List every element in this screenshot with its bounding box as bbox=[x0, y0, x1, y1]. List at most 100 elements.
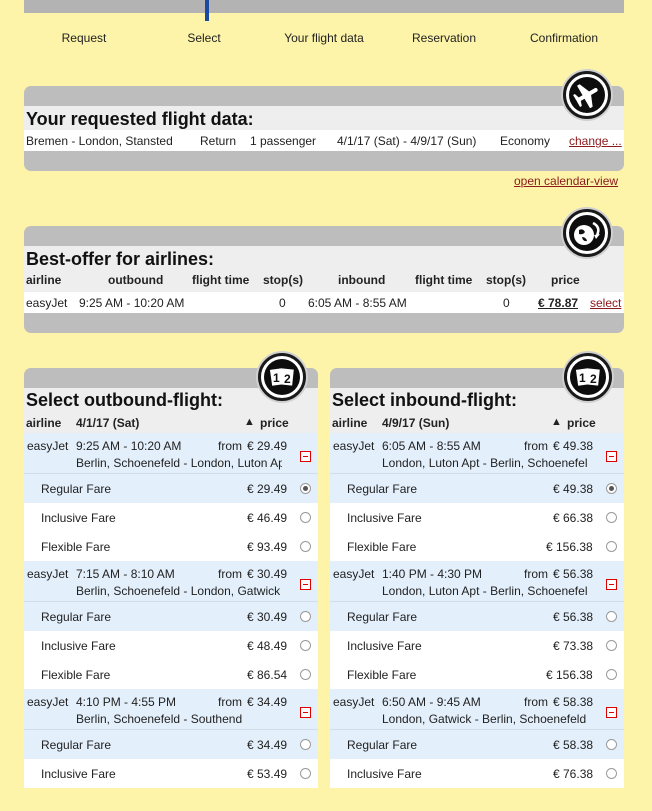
sort-ascending-icon[interactable]: ▲ bbox=[244, 416, 255, 428]
fare-radio[interactable] bbox=[300, 512, 311, 523]
fare-option[interactable]: Flexible Fare € 93.49 bbox=[24, 532, 318, 561]
flight-route: Berlin, Schoenefeld - Southend bbox=[76, 712, 243, 726]
fare-radio[interactable] bbox=[606, 541, 617, 552]
flight-times: 6:05 AM - 8:55 AM bbox=[382, 439, 481, 453]
fare-name: Inclusive Fare bbox=[347, 511, 422, 525]
fare-option[interactable]: Regular Fare € 58.38 bbox=[330, 730, 624, 759]
fare-name: Inclusive Fare bbox=[347, 767, 422, 781]
fare-option[interactable]: Flexible Fare € 156.38 bbox=[330, 660, 624, 689]
fare-radio[interactable] bbox=[606, 512, 617, 523]
inbound-flight-row[interactable]: easyJet 6:50 AM - 9:45 AM from € 58.38 L… bbox=[330, 689, 624, 730]
fare-radio[interactable] bbox=[300, 768, 311, 779]
outbound-flight-row[interactable]: easyJet 9:25 AM - 10:20 AM from € 29.49 … bbox=[24, 433, 318, 474]
step-request: Request bbox=[61, 31, 107, 45]
fare-name: Regular Fare bbox=[347, 482, 418, 496]
fare-option[interactable]: Flexible Fare € 86.54 bbox=[24, 660, 318, 689]
fare-price: € 156.38 bbox=[546, 668, 593, 682]
calendar-view-link[interactable]: open calendar-view bbox=[514, 174, 618, 188]
inbound-flight-row[interactable]: easyJet 1:40 PM - 4:30 PM from € 56.38 L… bbox=[330, 561, 624, 602]
header-stops-in: stop(s) bbox=[486, 273, 526, 287]
requested-flight-panel: Your requested flight data: Bremen - Lon… bbox=[24, 86, 624, 171]
inbound-header: airline 4/9/17 (Sun) ▲ price bbox=[330, 412, 624, 433]
collapse-icon[interactable] bbox=[300, 707, 311, 718]
collapse-icon[interactable] bbox=[300, 451, 311, 462]
fare-option[interactable]: Regular Fare € 34.49 bbox=[24, 730, 318, 759]
progress-marker bbox=[205, 0, 209, 21]
svg-text:2: 2 bbox=[284, 372, 291, 386]
fare-price: € 73.38 bbox=[553, 639, 594, 653]
fare-option[interactable]: Regular Fare € 56.38 bbox=[330, 602, 624, 631]
outbound-header-airline: airline bbox=[26, 416, 62, 430]
fare-option[interactable]: Inclusive Fare € 66.38 bbox=[330, 503, 624, 532]
fare-price: € 156.38 bbox=[546, 540, 593, 554]
outbound-flight-row[interactable]: easyJet 4:10 PM - 4:55 PM from € 34.49 B… bbox=[24, 689, 318, 730]
fare-option[interactable]: Inclusive Fare € 48.49 bbox=[24, 631, 318, 660]
header-outbound: outbound bbox=[108, 273, 164, 287]
best-offer-panel: Best-offer for airlines: airline outboun… bbox=[24, 226, 624, 333]
fare-option[interactable]: Inclusive Fare € 46.49 bbox=[24, 503, 318, 532]
collapse-icon[interactable] bbox=[606, 707, 617, 718]
step-1-2-icon: 1 2 bbox=[258, 353, 306, 401]
offer-select-link[interactable]: select bbox=[590, 296, 621, 310]
flight-airline: easyJet bbox=[27, 567, 69, 581]
flight-times: 4:10 PM - 4:55 PM bbox=[76, 695, 177, 709]
flight-route: London, Luton Apt - Berlin, Schoenefeld bbox=[382, 584, 588, 598]
change-link[interactable]: change ... bbox=[569, 134, 622, 148]
fare-radio[interactable] bbox=[300, 611, 311, 622]
fare-radio[interactable] bbox=[606, 669, 617, 680]
fare-name: Inclusive Fare bbox=[41, 767, 116, 781]
globe-arrow-icon bbox=[563, 209, 611, 257]
fare-option[interactable]: Regular Fare € 29.49 bbox=[24, 474, 318, 503]
offer-inbound-times: 6:05 AM - 8:55 AM bbox=[308, 296, 407, 310]
fare-name: Regular Fare bbox=[41, 482, 112, 496]
fare-radio[interactable] bbox=[300, 541, 311, 552]
fare-radio[interactable] bbox=[300, 640, 311, 651]
flight-times: 1:40 PM - 4:30 PM bbox=[382, 567, 483, 581]
fare-radio[interactable] bbox=[606, 739, 617, 750]
fare-radio[interactable] bbox=[606, 483, 617, 494]
sort-ascending-icon[interactable]: ▲ bbox=[551, 416, 562, 428]
fare-price: € 49.38 bbox=[553, 482, 594, 496]
flight-times: 6:50 AM - 9:45 AM bbox=[382, 695, 481, 709]
fare-option[interactable]: Regular Fare € 49.38 bbox=[330, 474, 624, 503]
outbound-header-price: price bbox=[260, 416, 289, 430]
fare-radio[interactable] bbox=[300, 739, 311, 750]
collapse-icon[interactable] bbox=[606, 451, 617, 462]
collapse-icon[interactable] bbox=[300, 579, 311, 590]
fare-option[interactable]: Inclusive Fare € 53.49 bbox=[24, 759, 318, 788]
fare-radio[interactable] bbox=[606, 640, 617, 651]
passenger-count: 1 passenger bbox=[250, 134, 317, 148]
flight-route: Berlin, Schoenefeld - London, Luton Apt bbox=[76, 456, 282, 470]
offer-stops-out: 0 bbox=[279, 296, 286, 310]
fare-radio[interactable] bbox=[300, 483, 311, 494]
collapse-icon[interactable] bbox=[606, 579, 617, 590]
flight-airline: easyJet bbox=[333, 567, 375, 581]
inbound-header-price: price bbox=[567, 416, 596, 430]
step-confirmation: Confirmation bbox=[529, 31, 599, 45]
cabin-class: Economy bbox=[500, 134, 551, 148]
flight-price: € 56.38 bbox=[553, 567, 594, 581]
fare-option[interactable]: Regular Fare € 30.49 bbox=[24, 602, 318, 631]
fare-name: Inclusive Fare bbox=[41, 511, 116, 525]
fare-price: € 56.38 bbox=[553, 610, 594, 624]
inbound-flight-row[interactable]: easyJet 6:05 AM - 8:55 AM from € 49.38 L… bbox=[330, 433, 624, 474]
requested-flight-row: Bremen - London, Stansted Return 1 passe… bbox=[24, 130, 624, 151]
progress-bar bbox=[24, 0, 624, 13]
flight-airline: easyJet bbox=[333, 695, 375, 709]
fare-name: Regular Fare bbox=[41, 610, 112, 624]
flight-from-label: from bbox=[524, 439, 548, 453]
offer-stops-in: 0 bbox=[503, 296, 510, 310]
fare-option[interactable]: Flexible Fare € 156.38 bbox=[330, 532, 624, 561]
fare-name: Regular Fare bbox=[347, 738, 418, 752]
header-stops-out: stop(s) bbox=[263, 273, 303, 287]
outbound-flight-row[interactable]: easyJet 7:15 AM - 8:10 AM from € 30.49 B… bbox=[24, 561, 318, 602]
fare-option[interactable]: Inclusive Fare € 73.38 bbox=[330, 631, 624, 660]
route-text: Bremen - London, Stansted bbox=[26, 134, 173, 148]
fare-radio[interactable] bbox=[606, 611, 617, 622]
fare-radio[interactable] bbox=[606, 768, 617, 779]
fare-radio[interactable] bbox=[300, 669, 311, 680]
outbound-flight-panel: Select outbound-flight: airline 4/1/17 (… bbox=[24, 368, 318, 788]
fare-price: € 93.49 bbox=[247, 540, 288, 554]
inbound-header-airline: airline bbox=[332, 416, 368, 430]
fare-option[interactable]: Inclusive Fare € 76.38 bbox=[330, 759, 624, 788]
